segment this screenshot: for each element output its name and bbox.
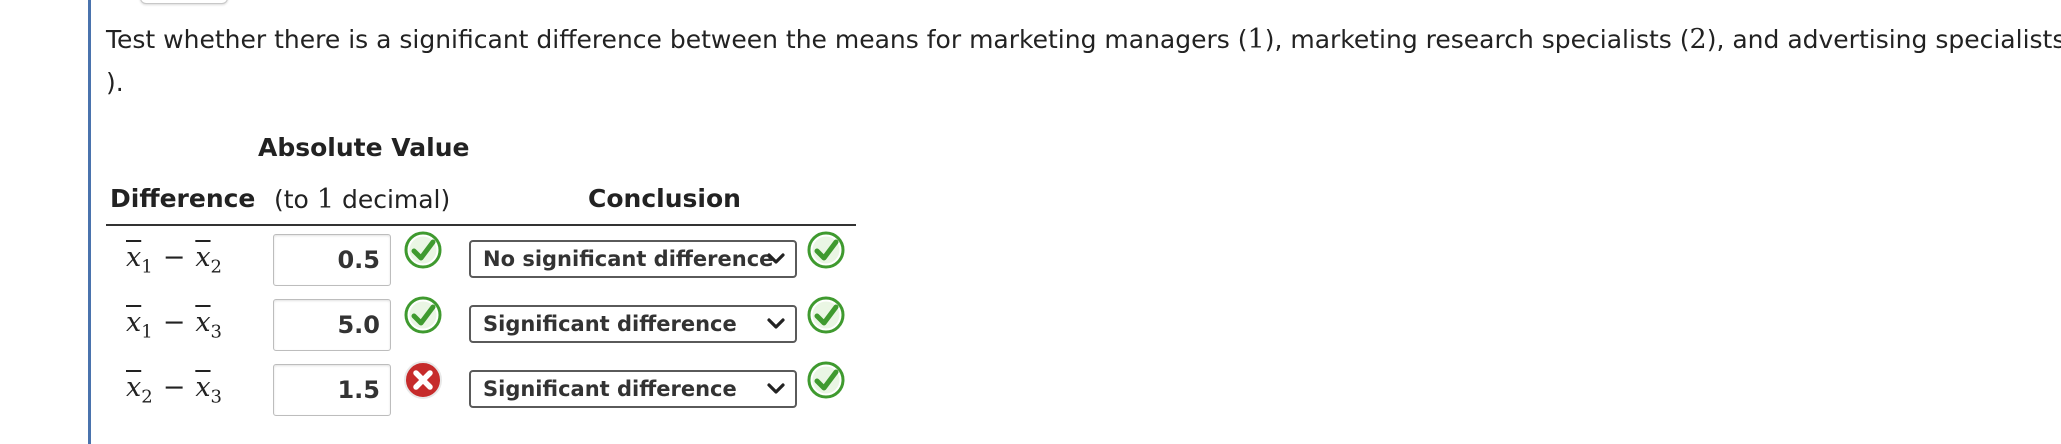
header-decimal-note: (to 1 decimal) — [274, 184, 451, 215]
minus-sign: − — [162, 372, 186, 403]
absolute-value-input[interactable]: 5.0 — [273, 299, 391, 351]
question-part-1: Test whether there is a significant diff… — [106, 25, 1248, 54]
absolute-value-input[interactable]: 0.5 — [273, 234, 391, 286]
header-conclusion: Conclusion — [588, 184, 741, 213]
chevron-down-icon — [765, 372, 787, 406]
conclusion-selected-value: No significant difference — [483, 247, 774, 271]
check-circle-icon — [806, 295, 846, 335]
group-number-1: 1 — [1247, 24, 1265, 55]
table-row: x2− x3 1.5 Significant difference — [0, 358, 900, 422]
check-circle-icon — [806, 360, 846, 400]
absolute-value-input[interactable]: 1.5 — [273, 364, 391, 416]
conclusion-select[interactable]: No significant difference — [469, 240, 797, 278]
minus-sign: − — [162, 307, 186, 338]
x-circle-icon — [403, 360, 443, 400]
question-part-2: ), marketing research specialists ( — [1264, 25, 1690, 54]
chevron-down-icon — [765, 307, 787, 341]
difference-expression: x2− x3 — [126, 372, 222, 408]
header-absolute-value: Absolute Value — [258, 133, 470, 162]
previous-control-edge[interactable] — [140, 0, 228, 4]
check-circle-icon — [403, 295, 443, 335]
mean-symbol: x — [126, 372, 142, 403]
chevron-down-icon — [765, 242, 787, 276]
difference-expression: x1− x3 — [126, 307, 222, 343]
group-number-2: 2 — [1689, 24, 1707, 55]
question-part-3: ), and advertising specialists ( — [1706, 25, 2061, 54]
question-part-end: ). — [106, 68, 124, 97]
question-text: Test whether there is a significant diff… — [106, 18, 2061, 104]
mean-symbol: x — [195, 372, 211, 403]
mean-symbol: x — [195, 307, 211, 338]
conclusion-selected-value: Significant difference — [483, 312, 737, 336]
header-difference: Difference — [110, 184, 256, 213]
conclusion-select[interactable]: Significant difference — [469, 370, 797, 408]
check-circle-icon — [403, 230, 443, 270]
mean-symbol: x — [195, 242, 211, 273]
conclusion-selected-value: Significant difference — [483, 377, 737, 401]
header-divider — [106, 224, 856, 226]
table-row: x1− x2 0.5 No significant difference — [0, 228, 900, 292]
difference-expression: x1− x2 — [126, 242, 222, 278]
mean-symbol: x — [126, 307, 142, 338]
minus-sign: − — [162, 242, 186, 273]
table-row: x1− x3 5.0 Significant difference — [0, 293, 900, 357]
conclusion-select[interactable]: Significant difference — [469, 305, 797, 343]
mean-symbol: x — [126, 242, 142, 273]
check-circle-icon — [806, 230, 846, 270]
